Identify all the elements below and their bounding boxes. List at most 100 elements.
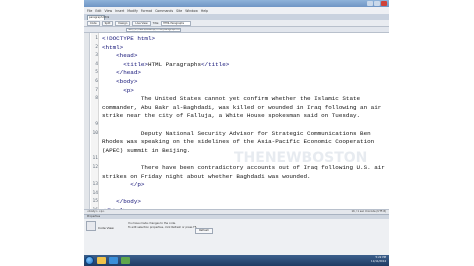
title-label: Title: [152, 21, 160, 25]
menu-site[interactable]: Site [176, 9, 182, 13]
code-lines: 1 <!DOCTYPE html> 2 <html> 3 <head> 4 <title>… [84, 35, 389, 224]
text-token: (APEC) summit in Beijing. [102, 146, 191, 154]
code-line[interactable]: 12 There have been contradictory account… [84, 164, 389, 173]
code-text: Rhodes was speaking on the sidelines of … [102, 138, 374, 147]
line-number: 11 [92, 156, 98, 162]
design-view-button[interactable]: Design [115, 20, 131, 26]
code-text: commander, Abu Bakr al-Baghdadi, was kil… [102, 104, 381, 113]
line-number: 15 [92, 199, 98, 205]
code-line[interactable]: 10 Deputy National Security Advisor for … [84, 130, 389, 139]
menu-window[interactable]: Window [185, 9, 198, 13]
code-text: </p> [102, 181, 144, 190]
code-text: <html> [102, 44, 123, 53]
line-number: 8 [95, 96, 98, 102]
clock-date: 11/11/2014 [371, 260, 386, 263]
code-line[interactable]: 11 [84, 155, 389, 164]
html-tag-token: <head> [102, 52, 138, 60]
start-button-icon[interactable] [85, 256, 94, 265]
code-view-button[interactable]: Code [87, 20, 100, 26]
code-line[interactable]: 14 [84, 190, 389, 199]
menu-commands[interactable]: Commands [155, 9, 173, 13]
html-tag-token: </body> [102, 198, 141, 206]
text-token: strikes on Friday night about whether Ba… [102, 172, 311, 180]
menu-format[interactable]: Format [141, 9, 152, 13]
menu-insert[interactable]: Insert [115, 9, 124, 13]
split-view-button[interactable]: Split [101, 20, 114, 26]
line-number: 10 [92, 130, 98, 136]
panel-label: Code View [98, 226, 114, 230]
code-line[interactable]: 13 </p> [84, 181, 389, 190]
refresh-button[interactable]: Refresh [195, 228, 213, 234]
panel-message-2: To edit selection properties, click Refr… [128, 226, 198, 229]
text-token: Deputy National Security Advisor for Str… [102, 129, 371, 137]
panel-message-1: You have made changes to the code. [128, 222, 176, 225]
code-text: There have been contradictory accounts o… [102, 164, 385, 173]
code-view-icon [86, 221, 96, 231]
maximize-icon[interactable] [374, 1, 380, 6]
line-number: 5 [95, 70, 98, 76]
explorer-icon[interactable] [97, 257, 106, 264]
code-line[interactable]: 5 </head> [84, 69, 389, 78]
menu-bar: File Edit View Insert Modify Format Comm… [84, 7, 389, 14]
code-text: <head> [102, 52, 137, 61]
browser-icon[interactable] [109, 257, 118, 264]
code-text: strikes on Friday night about whether Ba… [102, 173, 311, 182]
dreamweaver-icon[interactable] [121, 257, 130, 264]
html-tag-token: <html> [102, 43, 124, 51]
code-line[interactable]: 15 </body> [84, 198, 389, 207]
html-tag-token: <p> [102, 86, 134, 94]
code-text: (APEC) summit in Beijing. [102, 147, 190, 156]
code-line[interactable]: commander, Abu Bakr al-Baghdadi, was kil… [84, 104, 389, 113]
html-tag-token: <!DOCTYPE html> [102, 35, 156, 42]
code-line[interactable]: strikes on Friday night about whether Ba… [84, 173, 389, 182]
code-text: <body> [102, 78, 137, 87]
line-number: 12 [92, 164, 98, 170]
title-input[interactable]: HTML Paragraphs [161, 20, 192, 26]
address-input[interactable]: file:///C:/Users/desktop/HTML/paragraph.… [126, 28, 181, 32]
menu-view[interactable]: View [105, 9, 113, 13]
text-token: There have been contradictory accounts o… [102, 163, 385, 171]
html-tag-token: </title> [201, 60, 230, 68]
text-token: The United States cannot yet confirm whe… [102, 95, 361, 103]
code-line[interactable]: 2 <html> [84, 44, 389, 53]
system-clock[interactable]: 5:22 PM 11/11/2014 [371, 256, 386, 264]
code-text: <p> [102, 87, 134, 96]
code-line[interactable]: Rhodes was speaking on the sidelines of … [84, 138, 389, 147]
text-token: strike near the city of Falluja, a White… [102, 112, 361, 120]
menu-modify[interactable]: Modify [127, 9, 138, 13]
line-number: 13 [92, 182, 98, 188]
code-line[interactable]: (APEC) summit in Beijing. [84, 147, 389, 156]
line-number: 14 [92, 190, 98, 196]
taskbar: 5:22 PM 11/11/2014 [84, 255, 389, 266]
code-text: Deputy National Security Advisor for Str… [102, 130, 371, 139]
document-toolbar: Code Split Design Live View Title: HTML … [84, 20, 389, 27]
code-line[interactable]: 9 [84, 121, 389, 130]
line-number: 9 [95, 121, 98, 127]
tab-label: paragraph.html [89, 16, 110, 19]
code-line[interactable]: 3 <head> [84, 52, 389, 61]
live-view-button[interactable]: Live View [132, 20, 151, 26]
line-number: 3 [95, 53, 98, 59]
code-line[interactable]: 8 The United States cannot yet confirm w… [84, 95, 389, 104]
line-number: 2 [95, 44, 98, 50]
code-line[interactable]: 4 <title>HTML Paragraphs</title> [84, 61, 389, 70]
code-line[interactable]: 7 <p> [84, 87, 389, 96]
text-token: Rhodes was speaking on the sidelines of … [102, 138, 375, 146]
menu-file[interactable]: File [87, 9, 92, 13]
code-text: <title>HTML Paragraphs</title> [102, 61, 229, 70]
close-icon[interactable] [381, 1, 387, 6]
menu-help[interactable]: Help [201, 9, 208, 13]
code-editor[interactable]: 1 <!DOCTYPE html> 2 <html> 3 <head> 4 <title>… [84, 33, 389, 221]
code-line[interactable]: 1 <!DOCTYPE html> [84, 35, 389, 44]
text-token: HTML Paragraphs [147, 60, 201, 68]
code-line[interactable]: strike near the city of Falluja, a White… [84, 112, 389, 121]
line-number: 4 [95, 61, 98, 67]
code-text: </head> [102, 69, 141, 78]
html-tag-token: <body> [102, 77, 138, 85]
html-tag-token: </p> [102, 181, 145, 189]
menu-edit[interactable]: Edit [95, 9, 101, 13]
html-tag-token: <title> [102, 60, 148, 68]
minimize-icon[interactable] [367, 1, 373, 6]
code-line[interactable]: 6 <body> [84, 78, 389, 87]
title-bar [84, 0, 389, 7]
